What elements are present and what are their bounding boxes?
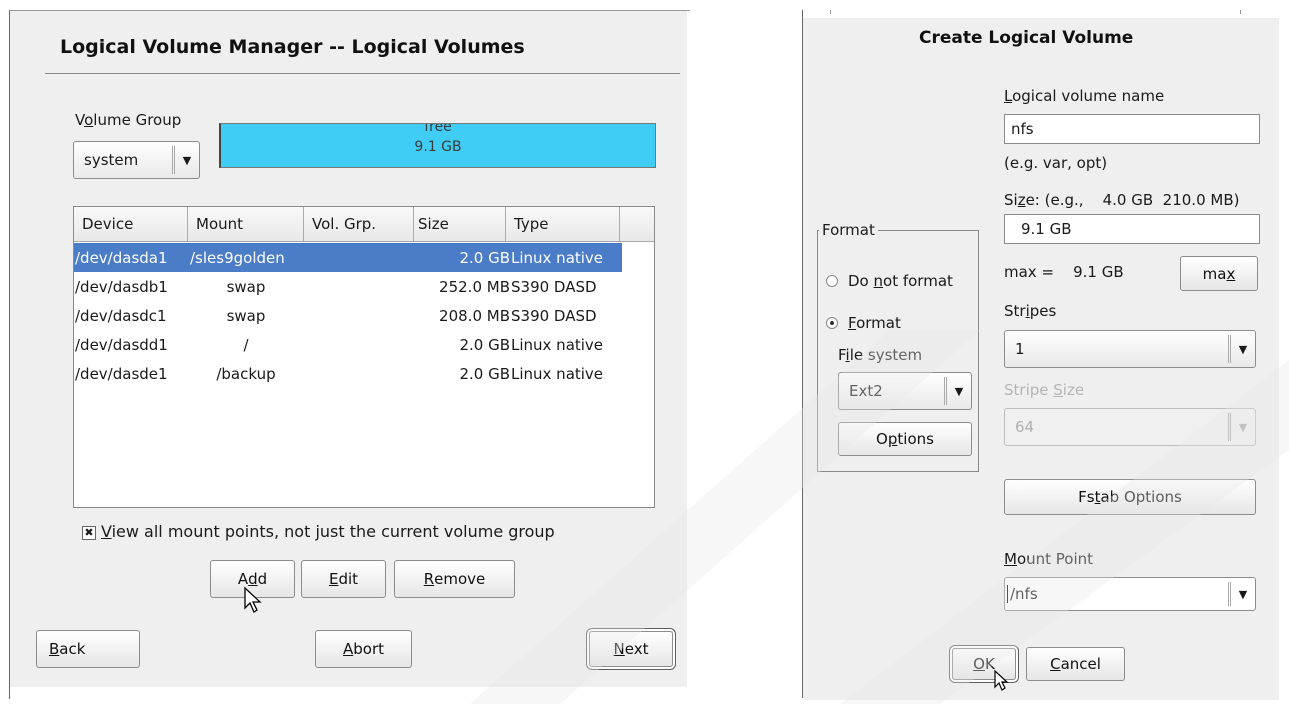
table-row[interactable]: /dev/dasda1/sles9golden 2.0 GB Linux nativ… [74,243,622,272]
table-cell-size: 2.0 GB [459,248,510,267]
table-cell-vg [304,243,412,272]
table-cell-type: S390 DASD [511,306,597,325]
size-label: Size: (e.g., 4.0 GB 210.0 MB) [1004,191,1240,209]
lv-name-label: Logical volume name [1004,87,1165,105]
table-cell-size: 252.0 MB [439,277,510,296]
mouse-cursor-icon [244,586,262,613]
format-label: Format [848,314,901,332]
dropdown-arrow-icon: ▼ [1228,335,1255,363]
table-cell-device: /dev/dasdd1 [75,335,168,354]
file-system-label: File system [838,346,923,364]
table-cell-mount: /sles9golden [190,248,285,267]
format-radio[interactable] [826,317,838,329]
cancel-button[interactable]: Cancel [1026,647,1125,681]
table-cell-mount: swap [226,306,266,325]
lv-name-input[interactable]: nfs [1004,114,1260,144]
dropdown-arrow-icon: ▼ [1228,582,1255,606]
edit-button[interactable]: Edit [301,560,386,598]
format-group-legend: Format [819,221,878,239]
dropdown-arrow-icon: ▼ [172,146,199,174]
table-cell-size: 208.0 MB [439,306,510,325]
next-button[interactable]: Next [589,631,673,667]
table-cell-vg [304,359,412,388]
table-cell-device: /dev/dasde1 [75,364,168,383]
table-cell-mount: swap [226,277,266,296]
options-button[interactable]: Op tions [838,422,972,456]
abort-button[interactable]: Abort [315,630,412,668]
mount-point-label: Mount Point [1004,550,1094,568]
free-size: 9.1 GB [414,139,462,155]
back-button[interactable]: Back [36,630,140,668]
table-cell-type: Linux native [511,364,604,383]
column-header-mount[interactable]: Mount [188,207,304,241]
mount-point-combo[interactable]: /nfs ▼ [1004,577,1256,611]
do-not-format-label: Do not format [848,272,953,290]
table-cell-type: S390 DASD [511,277,597,296]
table-cell-vg [304,330,412,359]
table-cell-vg [304,272,412,301]
table-cell-mount: / [243,335,249,354]
free-label: free [424,123,452,135]
title-divider [45,73,680,74]
volume-group-label: Volume Group [75,111,182,129]
column-header-size[interactable]: Size [414,207,506,241]
fstab-options-button[interactable]: Fs t ab Options [1004,479,1256,515]
table-header: Device Mount Vol. Grp. Size Type [74,207,654,242]
volume-group-select[interactable]: system ▼ [73,141,200,179]
table-cell-vg [304,301,412,330]
lv-name-hint: (e.g. var, opt) [1004,154,1108,172]
table-cell-type: Linux native [511,248,604,267]
do-not-format-radio[interactable] [826,275,838,287]
dropdown-arrow-icon: ▼ [944,377,971,405]
table-cell-type: Linux native [511,335,604,354]
stripe-size-select[interactable]: 64 ▼ [1004,408,1256,446]
table-cell-device: /dev/dasdc1 [75,306,167,325]
logical-volumes-table[interactable]: Device Mount Vol. Grp. Size Type /dev/da… [73,206,655,508]
table-row[interactable]: /dev/dasdb1 swap 252.0 MB S390 DASD [74,272,622,301]
table-cell-size: 2.0 GB [459,335,510,354]
mouse-cursor-icon [994,669,1009,691]
column-header-device[interactable]: Device [74,207,188,241]
column-header-type[interactable]: Type [506,207,620,241]
max-button[interactable]: ma x [1180,256,1258,291]
view-all-checkbox[interactable]: ✖ [82,526,96,540]
table-cell-device: /dev/dasdb1 [75,277,168,296]
stripes-select[interactable]: 1 ▼ [1004,330,1256,368]
table-row[interactable]: /dev/dasdd1 / 2.0 GB Linux native [74,330,622,359]
table-row[interactable]: /dev/dasdc1 swap 208.0 MB S390 DASD [74,301,622,330]
lvm-title: Logical Volume Manager -- Logical Volume… [60,36,525,58]
table-cell-mount: /backup [216,364,276,383]
stripe-size-label: Stripe Size [1004,381,1085,399]
max-size-text: max = 9.1 GB [1004,263,1124,281]
stripes-label: Stripes [1004,302,1057,320]
view-all-label: View all mount points, not just the curr… [101,522,555,541]
create-lv-title: Create Logical Volume [919,28,1134,48]
free-space-bar: free 9.1 GB [219,123,656,168]
table-row[interactable]: /dev/dasde1/backup 2.0 GB Linux native [74,359,622,388]
dropdown-arrow-icon: ▼ [1228,413,1255,441]
column-header-vol-grp[interactable]: Vol. Grp. [304,207,414,241]
size-input[interactable]: 9.1 GB [1004,214,1260,244]
table-cell-size: 2.0 GB [459,364,510,383]
table-cell-device: /dev/dasda1 [75,248,168,267]
file-system-select[interactable]: Ext2 ▼ [838,372,972,410]
remove-button[interactable]: Remove [394,560,515,598]
